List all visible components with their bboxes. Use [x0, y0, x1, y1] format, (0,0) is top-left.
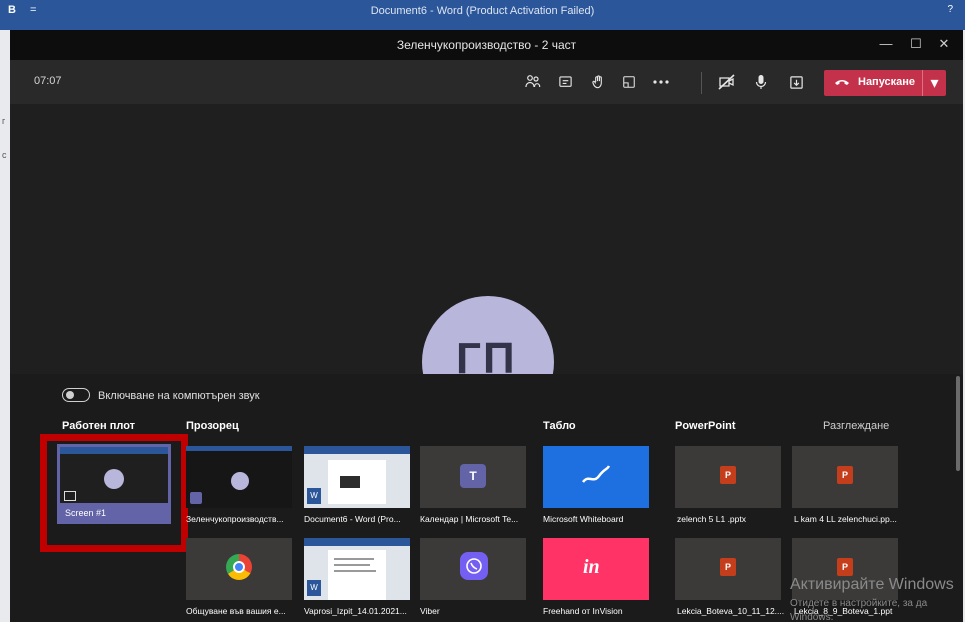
board-tile-label: Microsoft Whiteboard — [543, 514, 624, 524]
section-desktop: Работен плот — [62, 420, 136, 432]
participants-icon[interactable] — [523, 72, 543, 92]
whiteboard-icon — [582, 465, 611, 483]
word-app-icon: W — [307, 488, 321, 504]
word-left-edge: г с — [0, 30, 10, 622]
computer-audio-label: Включване на компютърен звук — [98, 390, 260, 402]
activation-watermark-sub2: Windows. — [790, 612, 834, 622]
word-help-button[interactable]: ? — [947, 4, 953, 15]
screen: B = Document6 - Word (Product Activation… — [0, 0, 965, 622]
title-bar: Зеленчукопроизводство - 2 част — ☐ ✕ — [10, 30, 963, 60]
powerpoint-icon: P — [720, 466, 736, 484]
teams-meeting-window: Зеленчукопроизводство - 2 част — ☐ ✕ 07:… — [10, 30, 963, 622]
section-powerpoint: PowerPoint — [675, 420, 736, 432]
powerpoint-icon: P — [720, 558, 736, 576]
leave-dropdown-chevron-icon[interactable]: ▾ — [922, 70, 946, 96]
meeting-timer: 07:07 — [34, 75, 62, 87]
word-edge-char: г — [2, 116, 6, 126]
leave-button[interactable]: Напускане ▾ — [824, 70, 946, 96]
window-tile-label: Vaprosi_Izpit_14.01.2021... — [304, 606, 407, 616]
computer-audio-toggle[interactable] — [62, 388, 90, 402]
window-tile-viber[interactable] — [420, 538, 526, 600]
raise-hand-icon[interactable] — [588, 72, 608, 92]
powerpoint-icon: P — [837, 466, 853, 484]
window-tile-label: Общуване във вашия е... — [186, 606, 286, 616]
word-title-bar: B = Document6 - Word (Product Activation… — [0, 0, 965, 30]
teams-logo-icon: T — [460, 464, 486, 488]
close-button[interactable]: ✕ — [934, 36, 954, 52]
share-tray-icon[interactable] — [786, 72, 806, 92]
window-tile-calendar[interactable]: T — [420, 446, 526, 508]
section-board: Табло — [543, 420, 576, 432]
camera-off-icon[interactable] — [717, 72, 737, 92]
tray-scrollbar[interactable] — [956, 376, 960, 471]
meeting-stage: ГП — [10, 104, 963, 428]
viber-icon — [460, 552, 488, 580]
leave-label: Напускане — [858, 76, 916, 88]
meeting-toolbar: 07:07 Напускане ▾ — [10, 60, 963, 104]
window-tile-word[interactable]: W — [304, 446, 410, 508]
section-window: Прозорец — [186, 420, 239, 432]
window-tile-label: Viber — [420, 606, 440, 616]
window-tile-label: Document6 - Word (Pro... — [304, 514, 401, 524]
window-tile-word2[interactable]: W — [304, 538, 410, 600]
board-tile-invision[interactable]: in — [543, 538, 649, 600]
ppt-tile[interactable]: P — [792, 446, 898, 508]
chrome-icon — [226, 554, 252, 580]
powerpoint-icon: P — [837, 558, 853, 576]
window-tile-label: Календар | Microsoft Te... — [420, 514, 519, 524]
maximize-button[interactable]: ☐ — [906, 36, 926, 52]
toolbar-divider — [701, 72, 702, 94]
microphone-icon[interactable] — [751, 72, 771, 92]
browse-link[interactable]: Разглеждане — [823, 420, 889, 432]
ppt-tile-label: Lekcia_Boteva_10_11_12.... — [677, 606, 785, 616]
activation-watermark-sub: Отидете в настройките, за да — [790, 598, 928, 609]
window-tile-chrome[interactable] — [186, 538, 292, 600]
invision-logo: in — [583, 556, 600, 578]
word-window-title: Document6 - Word (Product Activation Fai… — [370, 5, 595, 17]
minimize-button[interactable]: — — [876, 36, 896, 51]
board-tile-whiteboard[interactable] — [543, 446, 649, 508]
phone-hangup-icon — [834, 76, 850, 94]
meeting-title: Зеленчукопроизводство - 2 част — [396, 38, 577, 52]
teams-app-icon — [190, 492, 202, 504]
board-tile-label: Freehand от InVision — [543, 606, 623, 616]
chat-icon[interactable] — [555, 72, 575, 92]
word-edge-char: с — [2, 150, 7, 160]
ppt-tile-label: zelench 5 L1 .pptx — [677, 514, 746, 524]
more-actions-icon[interactable] — [651, 72, 671, 92]
rooms-icon[interactable] — [619, 72, 639, 92]
word-app-icon: W — [307, 580, 321, 596]
ppt-tile[interactable]: P — [675, 538, 781, 600]
window-tile-teams[interactable] — [186, 446, 292, 508]
window-tile-label: Зеленчукопроизводств... — [186, 514, 284, 524]
ppt-tile[interactable]: P — [675, 446, 781, 508]
activation-watermark: Активирайте Windows — [790, 576, 954, 593]
ppt-tile-label: L kam 4 LL zelenchuci.pp... — [794, 514, 897, 524]
share-content-tray: Включване на компютърен звук Работен пло… — [10, 374, 963, 622]
selection-highlight — [40, 434, 188, 552]
